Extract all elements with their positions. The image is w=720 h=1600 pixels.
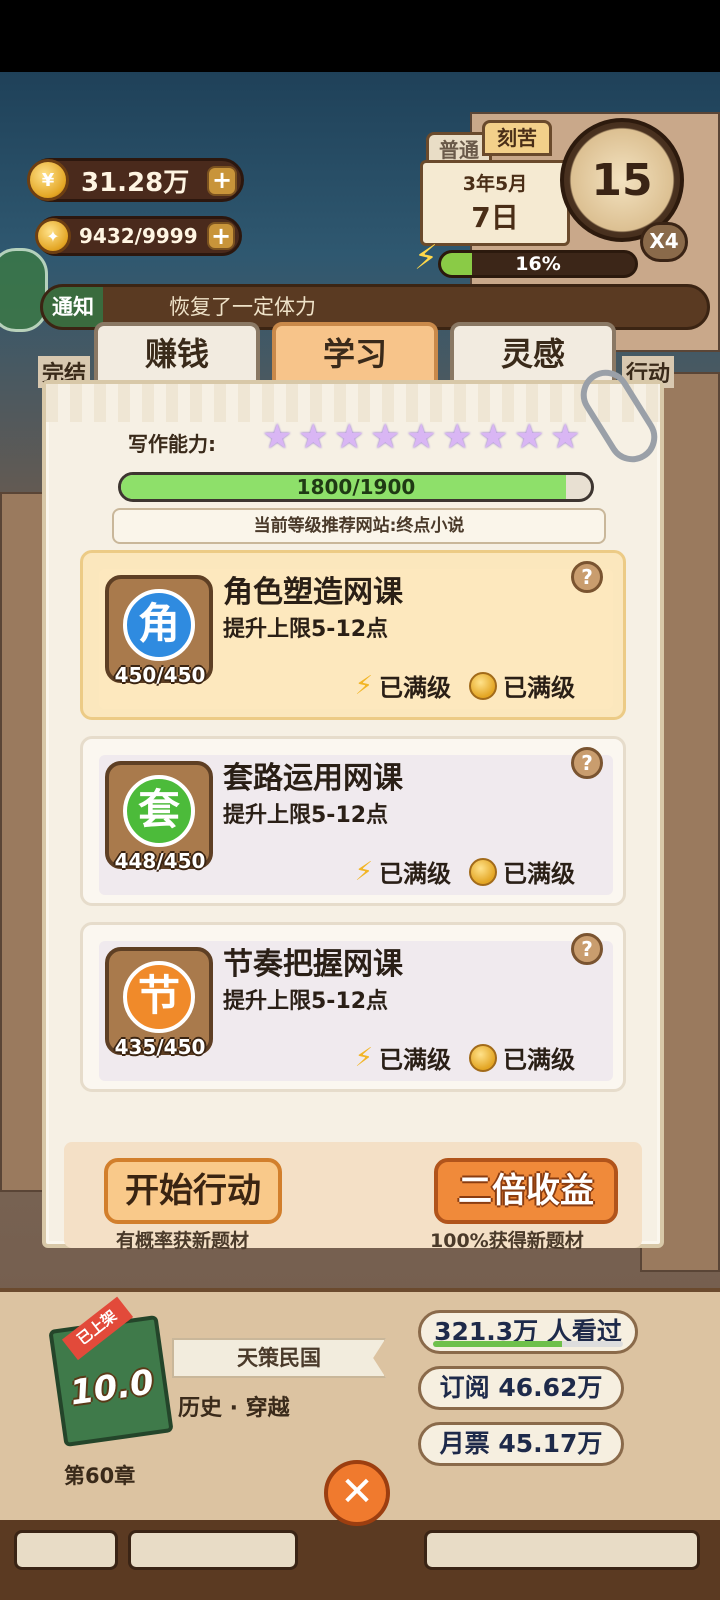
book-cover[interactable]: 已上架 10.0 [48,1296,174,1448]
writing-ability-label: 写作能力: [128,432,216,456]
course-card[interactable]: 节 435/450 节奏把握网课 提升上限5-12点 ? ⚡ 已满级 已满级 [80,922,626,1092]
star-icon: ★ [514,417,545,457]
tab-study[interactable]: 学习 [272,322,438,388]
help-icon[interactable]: ? [571,933,603,965]
course-glyph: 节 [123,961,195,1033]
close-button[interactable]: ✕ [324,1460,390,1526]
energy-bolt-icon: ⚡ [414,238,438,278]
book-genre: 历史 · 穿越 [178,1396,290,1421]
course-card[interactable]: 套 448/450 套路运用网课 提升上限5-12点 ? ⚡ 已满级 已满级 [80,736,626,906]
book-title: 天策民国 [172,1338,386,1378]
coin-icon [469,671,497,700]
notice-message: 恢复了一定体力 [169,295,316,319]
add-coins-button[interactable]: + [207,166,237,196]
bottom-slot[interactable] [14,1530,118,1570]
star-icon: ★ [442,417,473,457]
star-icon: ★ [550,417,581,457]
double-caption: 100%获得新题材 [430,1230,584,1252]
course-status: ⚡ 已满级 已满级 [354,1042,575,1075]
star-icon: ★ [298,417,329,457]
help-icon[interactable]: ? [571,747,603,779]
recommended-site: 当前等级推荐网站:终点小说 [112,508,606,544]
monthly-tickets-stat: 月票 45.17万 [418,1422,624,1466]
year-month: 3年5月 [462,173,528,195]
energy-bolt-icon: ⚡ [354,670,373,701]
coin-icon [469,1043,497,1072]
coin-icon: ¥ [27,159,69,201]
star-icon: ★ [478,417,509,457]
star-icon: ★ [370,417,401,457]
book-chapter: 第60章 [64,1464,136,1488]
writing-progress-bar: 1800/1900 [118,472,594,502]
start-caption: 有概率获新题材 [116,1230,250,1252]
status-bar [0,0,720,72]
course-card[interactable]: 角 450/450 角色塑造网课 提升上限5-12点 ? ⚡ 已满级 已满级 [80,550,626,720]
course-level: 435/450 [114,1035,206,1059]
course-icon: 套 448/450 [105,761,213,873]
course-glyph: 角 [123,589,195,661]
book-score: 10.0 [67,1362,157,1414]
help-icon[interactable]: ? [571,561,603,593]
speed-multiplier[interactable]: X4 [640,222,688,262]
star-icon: ★ [334,417,365,457]
tab-earn-money[interactable]: 赚钱 [94,322,260,388]
subscriptions-stat: 订阅 46.62万 [418,1366,624,1410]
start-action-button[interactable]: 开始行动 [104,1158,282,1224]
energy-bar: 16% [438,250,638,278]
course-icon: 节 435/450 [105,947,213,1059]
lightbulb-icon: ✦ [35,218,71,254]
coin-icon [469,857,497,886]
energy-bolt-icon: ⚡ [354,856,373,887]
idea-counter[interactable]: ✦ 9432/9999 + [35,216,242,256]
star-icon: ★ [406,417,437,457]
notice-tag: 通知 [43,287,103,327]
bottom-slot[interactable] [424,1530,700,1570]
course-status: ⚡ 已满级 已满级 [354,670,575,703]
double-reward-button[interactable]: 二倍收益 [434,1158,618,1224]
course-glyph: 套 [123,775,195,847]
add-ideas-button[interactable]: + [207,222,235,250]
coin-counter[interactable]: ¥ 31.28万 + [27,158,244,202]
energy-bolt-icon: ⚡ [354,1042,373,1073]
mode-hard-tab[interactable]: 刻苦 [482,120,552,156]
writing-stars: ★ ★ ★ ★ ★ ★ ★ ★ ★ [262,420,585,455]
course-desc: 提升上限5-12点 [223,617,389,642]
course-desc: 提升上限5-12点 [223,989,389,1014]
bottom-slot[interactable] [128,1530,298,1570]
course-level: 448/450 [114,849,206,873]
course-status: ⚡ 已满级 已满级 [354,856,575,889]
course-title: 节奏把握网课 [223,947,403,982]
course-title: 套路运用网课 [223,761,403,796]
views-stat: 321.3万 人看过 [418,1310,638,1354]
star-icon: ★ [262,417,293,457]
day: 7日 [471,201,519,234]
course-level: 450/450 [114,663,206,687]
energy-fill [441,253,473,275]
course-title: 角色塑造网课 [223,575,403,610]
course-icon: 角 450/450 [105,575,213,687]
assistant-bubble[interactable] [0,248,48,332]
calendar: 3年5月 7日 [420,160,570,246]
course-desc: 提升上限5-12点 [223,803,389,828]
